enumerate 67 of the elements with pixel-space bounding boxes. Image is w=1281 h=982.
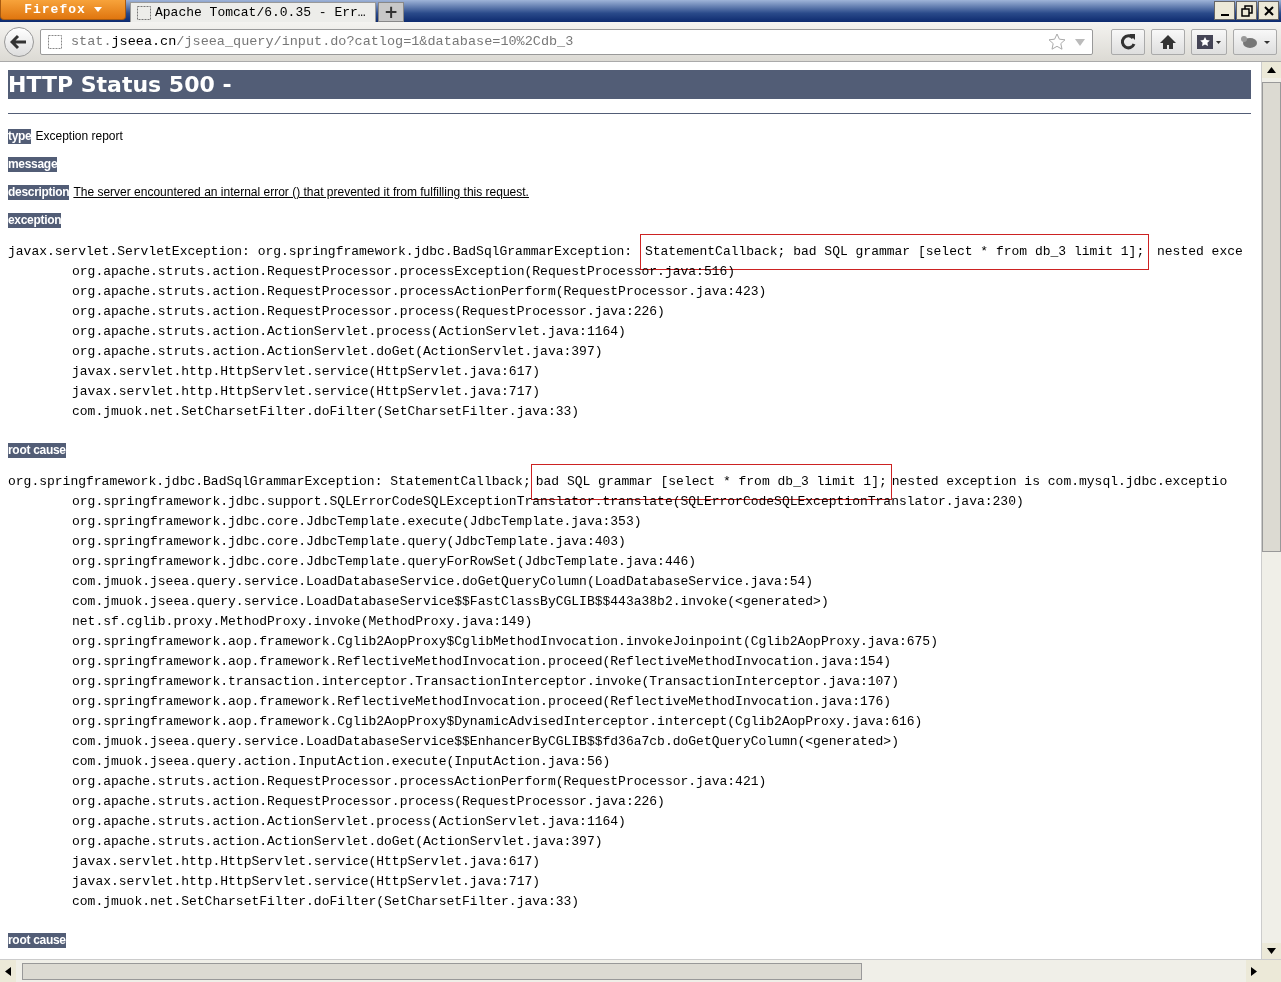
field-label: root cause (8, 442, 66, 458)
stack-frame: org.springframework.transaction.interceptor.TransactionInterceptor.invoke(TransactionInterceptor.java:107) (72, 672, 899, 692)
stack-frame: com.jmuok.net.SetCharsetFilter.doFilter(SetCharsetFilter.java:33) (72, 402, 580, 422)
stack-frame: com.jmuok.jseea.query.service.LoadDatabaseService.doGetQueryColumn(LoadDatabaseService.java:54) (72, 572, 814, 592)
stack-frame: org.springframework.jdbc.core.JdbcTemplate.execute(JdbcTemplate.java:353) (72, 512, 642, 532)
field-label: exception (8, 212, 62, 228)
site-identity-icon (47, 33, 63, 50)
field-label: type (8, 128, 32, 144)
new-tab-button[interactable]: + (378, 2, 404, 22)
page-heading: HTTP Status 500 - (8, 70, 1251, 99)
vertical-scrollbar[interactable] (1261, 62, 1281, 959)
stack-frame: org.apache.struts.action.ActionServlet.process(ActionServlet.java:1164) (72, 812, 626, 832)
field-label: root cause (8, 932, 66, 948)
tab-title: Apache Tomcat/6.0.35 - Err… (155, 5, 366, 20)
scrollbar-thumb[interactable] (22, 962, 862, 980)
stack-frame: org.apache.struts.action.RequestProcessor.processActionPerform(RequestProcessor.java:423) (72, 282, 767, 302)
stack-frame: org.apache.struts.action.RequestProcessor.process(RequestProcessor.java:226) (72, 792, 665, 812)
reload-button[interactable] (1111, 28, 1145, 55)
stack-trace-line: nested exception is com.mysql.jdbc.exceptio (891, 473, 1228, 491)
stack-frame: org.apache.struts.action.ActionServlet.process(ActionServlet.java:1164) (72, 322, 626, 342)
stack-frame: org.springframework.jdbc.core.JdbcTemplate.query(JdbcTemplate.java:403) (72, 532, 626, 552)
home-button[interactable] (1151, 28, 1185, 55)
browser-tab[interactable]: Apache Tomcat/6.0.35 - Err… (130, 2, 376, 22)
home-icon (1159, 32, 1177, 51)
stack-frame: javax.servlet.http.HttpServlet.service(HttpServlet.java:617) (72, 852, 541, 872)
field-value: The server encountered an internal error () that prevented it from fulfilling this request. (73, 185, 529, 199)
stack-trace-line: javax.servlet.ServletException: org.springframework.jdbc.BadSqlGrammarException: (8, 243, 634, 261)
addon-button[interactable] (1233, 28, 1277, 55)
stack-frame: org.apache.struts.action.RequestProcessor.processActionPerform(RequestProcessor.java:421) (72, 772, 767, 792)
stack-frame: javax.servlet.http.HttpServlet.service(HttpServlet.java:717) (72, 382, 541, 402)
minimize-icon (1220, 13, 1229, 16)
stack-frame: net.sf.cglib.proxy.MethodProxy.invoke(MethodProxy.java:149) (72, 612, 533, 632)
stack-frame: org.apache.struts.action.ActionServlet.doGet(ActionServlet.java:397) (72, 832, 603, 852)
restore-icon (1240, 4, 1253, 17)
stack-trace-line: nested exce (1156, 243, 1243, 261)
stack-frame: com.jmuok.net.SetCharsetFilter.doFilter(SetCharsetFilter.java:33) (72, 892, 580, 912)
address-field[interactable]: stat.jseea.cn/jseea_query/input.do?catlog=1&database=10%2Cdb_3 (40, 28, 1093, 55)
stack-frame: org.springframework.aop.framework.ReflectiveMethodInvocation.proceed(ReflectiveMethodInvocation.java:176) (72, 692, 892, 712)
back-button[interactable] (4, 26, 34, 57)
bookmarks-button[interactable] (1191, 28, 1227, 55)
back-arrow-icon (10, 33, 28, 50)
stack-frame: javax.servlet.http.HttpServlet.service(HttpServlet.java:617) (72, 362, 541, 382)
page-icon (137, 5, 151, 20)
star-icon[interactable] (1048, 32, 1066, 51)
field-value: Exception report (35, 129, 123, 143)
field-label: description (8, 184, 70, 200)
caret-icon (93, 7, 102, 12)
stack-frame: com.jmuok.jseea.query.action.InputAction.execute(InputAction.java:56) (72, 752, 611, 772)
reload-icon (1119, 32, 1137, 51)
field-label: message (8, 156, 58, 172)
stack-frame: com.jmuok.jseea.query.service.LoadDatabaseService$$FastClassByCGLIB$$443a38b2.invoke(<generated>) (72, 592, 829, 612)
stack-frame: com.jmuok.jseea.query.service.LoadDatabaseService$$EnhancerByCGLIB$$fd36a7cb.doGetQueryColumn(<generated>) (72, 732, 899, 752)
close-icon (1262, 4, 1275, 17)
stack-frame: org.springframework.aop.framework.Cglib2AopProxy$DynamicAdvisedInterceptor.intercept(Cglib2AopProxy.java:616) (72, 712, 923, 732)
stack-frame: org.springframework.aop.framework.Cglib2AopProxy$CglibMethodInvocation.invokeJoinpoint(Cglib2AopProxy.java:675) (72, 632, 938, 652)
stack-frame: org.apache.struts.action.ActionServlet.doGet(ActionServlet.java:397) (72, 342, 603, 362)
stack-frame: javax.servlet.http.HttpServlet.service(HttpServlet.java:717) (72, 872, 541, 892)
horizontal-scrollbar[interactable] (0, 959, 1281, 982)
stack-frame: org.springframework.jdbc.core.JdbcTemplate.queryForRowSet(JdbcTemplate.java:446) (72, 552, 697, 572)
stack-trace-line: org.springframework.jdbc.BadSqlGrammarException: StatementCallback; (8, 473, 531, 491)
restore-button[interactable] (1236, 1, 1257, 20)
scrollbar-thumb[interactable] (1262, 82, 1281, 552)
close-button[interactable] (1258, 1, 1279, 20)
minimize-button[interactable] (1214, 1, 1235, 20)
stack-frame: org.springframework.aop.framework.ReflectiveMethodInvocation.proceed(ReflectiveMethodInvocation.java:154) (72, 652, 892, 672)
stack-frame: org.apache.struts.action.RequestProcessor.process(RequestProcessor.java:226) (72, 302, 665, 322)
bookmark-star-icon (1196, 32, 1222, 51)
